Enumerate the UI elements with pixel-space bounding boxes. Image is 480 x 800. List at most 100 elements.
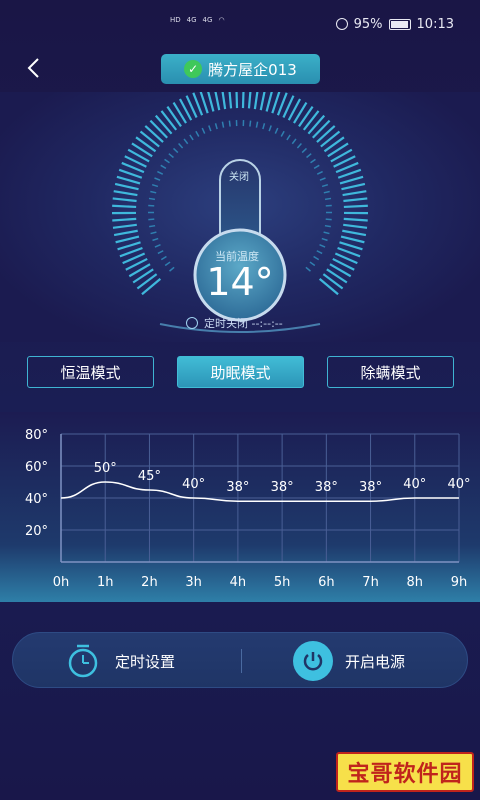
status-right: 95% 10:13 bbox=[335, 16, 454, 32]
dial-tick bbox=[310, 158, 316, 164]
dial-tick bbox=[149, 224, 156, 228]
dial-tick bbox=[343, 204, 368, 209]
dial-tick bbox=[343, 217, 368, 222]
dial-tick bbox=[152, 237, 159, 242]
temperature-curve-chart: 80° 60° 40° 20° 0h 1h 2h 3h 4h 5h 6h 7h 8h 9h 50° 45° 40… bbox=[0, 412, 480, 602]
dial-tick bbox=[271, 92, 281, 114]
data-point-label: 40° bbox=[403, 477, 426, 492]
data-point-label: 38° bbox=[315, 480, 338, 495]
dial-tick bbox=[324, 224, 331, 228]
x-tick-label: 0h bbox=[53, 575, 70, 590]
dial-tick bbox=[195, 130, 200, 137]
dial-tick bbox=[265, 92, 273, 112]
chevron-left-icon bbox=[27, 58, 39, 78]
timer-settings-button[interactable]: 定时设置 bbox=[63, 633, 175, 689]
dial-tick bbox=[164, 158, 170, 164]
data-point-label: 45° bbox=[138, 469, 161, 484]
alarm-icon bbox=[335, 18, 348, 30]
signal-icon: 4G bbox=[202, 16, 213, 24]
current-temp-value: 14° bbox=[206, 260, 274, 304]
x-tick-label: 8h bbox=[407, 575, 424, 590]
dial-tick bbox=[139, 130, 160, 148]
mode-constant-temp-button[interactable]: 恒温模式 bbox=[27, 356, 154, 388]
dial-tick bbox=[168, 153, 174, 159]
dial-tick bbox=[235, 92, 239, 109]
x-tick-label: 9h bbox=[451, 575, 468, 590]
signal-icon: 4G bbox=[186, 16, 197, 24]
dial-tick bbox=[178, 142, 184, 149]
dial-tick bbox=[339, 175, 364, 185]
dial-tick bbox=[259, 92, 266, 111]
timer-off-display: 定时关闭 --:--:-- bbox=[186, 315, 283, 331]
dial-tick bbox=[322, 273, 344, 290]
dial-tick bbox=[228, 92, 233, 109]
dial-tick bbox=[318, 278, 339, 296]
dial-tick bbox=[319, 244, 326, 248]
dial-tick bbox=[169, 266, 175, 272]
dial-tick bbox=[312, 119, 331, 139]
data-point-label: 38° bbox=[226, 480, 249, 495]
mode-sleep-button[interactable]: 助眠模式 bbox=[177, 356, 304, 388]
dial-tick bbox=[154, 114, 173, 135]
mode-selector: 恒温模式 助眠模式 除螨模式 bbox=[0, 356, 480, 388]
wifi-icon: ◠ bbox=[218, 16, 225, 24]
dial-tick bbox=[321, 183, 329, 188]
alarm-clock-icon bbox=[68, 644, 98, 678]
dial-tick bbox=[302, 110, 320, 131]
dial-state-label: 关闭 bbox=[229, 172, 249, 183]
power-symbol bbox=[303, 652, 323, 671]
dial-tick bbox=[286, 134, 291, 141]
dial-tick bbox=[164, 261, 171, 267]
hd-icon: HD bbox=[170, 16, 181, 24]
dial-tick bbox=[160, 110, 178, 131]
power-on-button[interactable]: 开启电源 bbox=[293, 633, 405, 689]
power-on-label: 开启电源 bbox=[345, 652, 406, 671]
dial-tick bbox=[241, 92, 245, 109]
dial-tick bbox=[342, 190, 367, 197]
device-name: 腾方屋企013 bbox=[208, 60, 297, 79]
chart-svg: 80° 60° 40° 20° 0h 1h 2h 3h 4h 5h 6h 7h 8h 9h 50° 45° 40… bbox=[25, 428, 471, 590]
dial-tick bbox=[341, 182, 366, 191]
dial-tick bbox=[320, 130, 341, 148]
dial-tick bbox=[249, 120, 252, 127]
power-icon bbox=[293, 641, 333, 681]
dial-tick bbox=[342, 229, 367, 237]
y-tick-label: 40° bbox=[25, 492, 48, 507]
dial-tick bbox=[221, 92, 227, 110]
dial-tick bbox=[343, 197, 368, 203]
dial-tick bbox=[228, 120, 231, 127]
x-tick-label: 6h bbox=[318, 575, 335, 590]
dial-tick bbox=[135, 136, 157, 153]
dial-tick bbox=[253, 92, 259, 110]
dial-tick bbox=[208, 125, 212, 132]
dial-tick bbox=[309, 261, 316, 267]
dial-tick bbox=[154, 177, 161, 181]
back-button[interactable] bbox=[20, 54, 48, 82]
status-time: 10:13 bbox=[416, 16, 454, 32]
dial-tick bbox=[117, 241, 141, 251]
dial-tick bbox=[291, 138, 297, 145]
dial-tick bbox=[189, 134, 194, 141]
data-point-label: 38° bbox=[359, 480, 382, 495]
dial-tick bbox=[157, 250, 164, 255]
dial-tick bbox=[214, 92, 221, 111]
dial-tick bbox=[340, 235, 365, 244]
dial-tick bbox=[316, 170, 323, 175]
dial-tick bbox=[296, 142, 302, 149]
dial-tick bbox=[301, 147, 307, 154]
dial-tick bbox=[112, 223, 137, 229]
dial-tick bbox=[148, 197, 156, 201]
dial-tick bbox=[319, 177, 326, 181]
dial-tick bbox=[247, 92, 252, 109]
mode-anti-mite-button[interactable]: 除螨模式 bbox=[327, 356, 454, 388]
dial-tick bbox=[323, 136, 345, 153]
device-name-pill[interactable]: ✓ 腾方屋企013 bbox=[161, 54, 320, 84]
battery-percent: 95% bbox=[353, 16, 383, 32]
dial-tick bbox=[339, 241, 363, 251]
dial-tick bbox=[183, 138, 189, 145]
dial-tick bbox=[323, 231, 330, 235]
dial-tick bbox=[305, 266, 311, 272]
dial-tick bbox=[151, 183, 159, 188]
dial-tick bbox=[112, 217, 137, 222]
data-point-label: 40° bbox=[182, 477, 205, 492]
